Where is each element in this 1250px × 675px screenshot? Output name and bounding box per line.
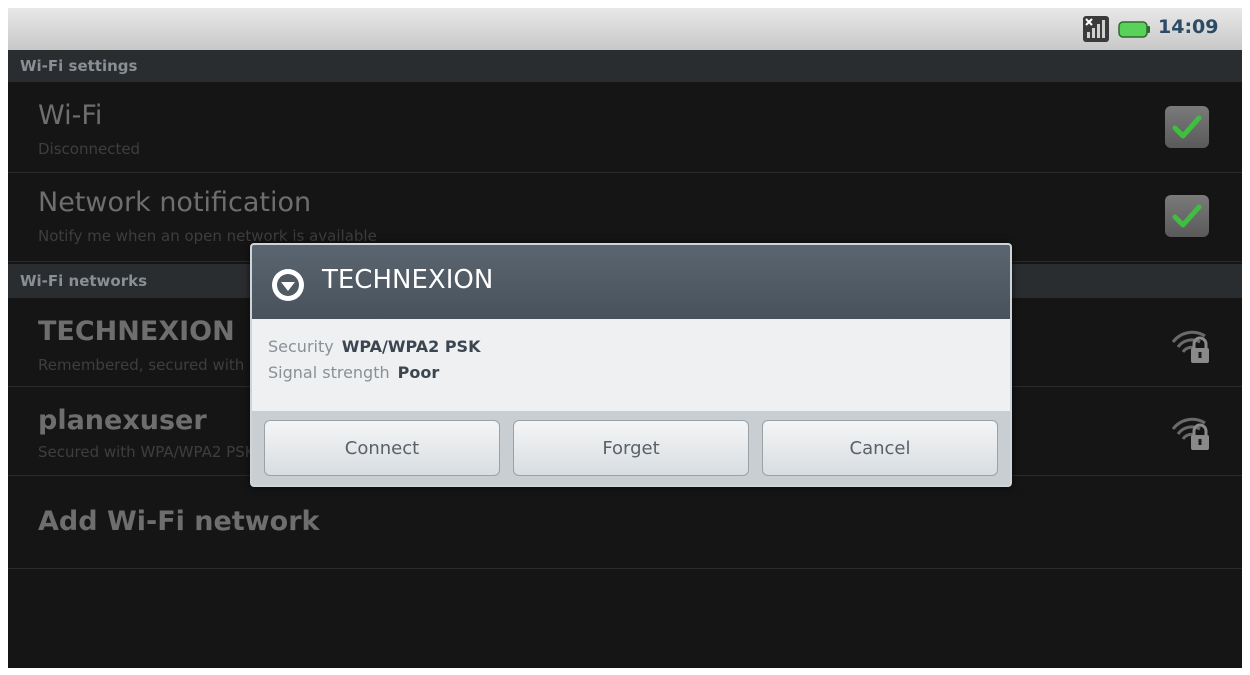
signal-strength-label: Signal strength bbox=[268, 363, 390, 382]
security-label: Security bbox=[268, 337, 334, 356]
add-wifi-network-label: Add Wi-Fi network bbox=[38, 506, 320, 537]
page-title: Wi-Fi settings bbox=[8, 50, 1242, 82]
battery-icon bbox=[1118, 21, 1150, 38]
device-screen: 14:09 Wi-Fi settings Wi-Fi Disconnected … bbox=[8, 8, 1242, 668]
dialog-body: Security WPA/WPA2 PSK Signal strength Poor bbox=[252, 319, 1010, 411]
add-wifi-network-row[interactable]: Add Wi-Fi network bbox=[8, 476, 1242, 569]
wifi-summary: Disconnected bbox=[38, 140, 141, 158]
dialog-titlebar: TECHNEXION bbox=[252, 245, 1010, 319]
network-notification-checkbox[interactable] bbox=[1165, 195, 1209, 237]
wifi-secured-icon bbox=[1171, 417, 1209, 450]
signal-strength-value: Poor bbox=[397, 363, 440, 382]
signal-strength-icon bbox=[1083, 16, 1109, 42]
network-notification-title: Network notification bbox=[38, 187, 312, 218]
cancel-button[interactable]: Cancel bbox=[762, 420, 998, 476]
wifi-dropdown-icon bbox=[272, 269, 304, 301]
security-value: WPA/WPA2 PSK bbox=[341, 337, 481, 356]
network-ssid: planexuser bbox=[38, 405, 207, 436]
status-clock: 14:09 bbox=[1158, 16, 1219, 38]
security-info: Security WPA/WPA2 PSK bbox=[268, 337, 480, 356]
dialog-title: TECHNEXION bbox=[322, 265, 494, 295]
forget-button[interactable]: Forget bbox=[513, 420, 749, 476]
network-ssid: TECHNEXION bbox=[38, 316, 235, 347]
status-bar: 14:09 bbox=[8, 8, 1242, 50]
checkmark-icon bbox=[1172, 115, 1202, 139]
wifi-toggle-row[interactable]: Wi-Fi Disconnected bbox=[8, 82, 1242, 173]
connect-button[interactable]: Connect bbox=[264, 420, 500, 476]
checkmark-icon bbox=[1172, 204, 1202, 228]
wifi-title: Wi-Fi bbox=[38, 100, 103, 131]
wifi-checkbox[interactable] bbox=[1165, 106, 1209, 148]
signal-info: Signal strength Poor bbox=[268, 363, 439, 382]
network-summary: Secured with WPA/WPA2 PSK bbox=[38, 443, 255, 461]
wifi-secured-icon bbox=[1171, 330, 1209, 363]
network-details-dialog: TECHNEXION Security WPA/WPA2 PSK Signal s… bbox=[250, 243, 1012, 487]
dialog-button-bar: Connect Forget Cancel bbox=[252, 411, 1010, 485]
